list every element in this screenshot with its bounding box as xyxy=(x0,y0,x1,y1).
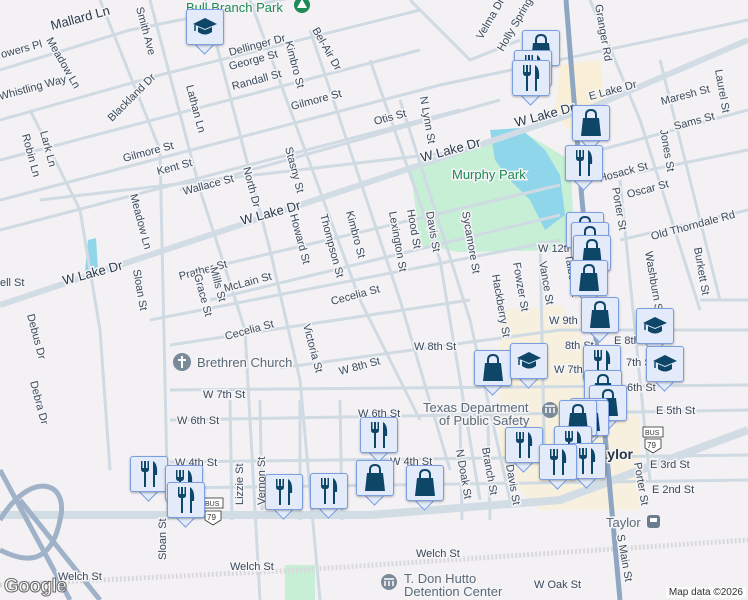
marker-box xyxy=(186,9,224,45)
restaurant-marker[interactable] xyxy=(539,444,577,490)
street-label: Lizzie St xyxy=(234,463,246,505)
marker-box xyxy=(310,473,348,509)
restaurant-icon xyxy=(318,477,340,505)
marker-box xyxy=(539,444,577,480)
marker-box xyxy=(636,308,674,344)
shopping-bag-icon xyxy=(413,469,437,497)
restaurant-marker[interactable] xyxy=(310,473,348,519)
restaurant-icon xyxy=(513,431,535,459)
poi-label: Brethren Church xyxy=(197,355,292,370)
marker-box xyxy=(581,297,619,333)
marker-box xyxy=(570,260,608,296)
marker-box xyxy=(505,427,543,463)
poi-label: Detention Center xyxy=(404,584,503,599)
marker-box xyxy=(130,456,168,492)
restaurant-marker[interactable] xyxy=(512,60,550,106)
school-marker[interactable] xyxy=(186,9,224,55)
marker-box xyxy=(360,417,398,453)
marker-box xyxy=(406,465,444,501)
shopping-bag-icon xyxy=(577,264,601,292)
shopping-bag-marker[interactable] xyxy=(356,460,394,506)
school-marker[interactable] xyxy=(510,343,548,389)
restaurant-icon xyxy=(175,486,197,514)
restaurant-marker[interactable] xyxy=(505,427,543,473)
restaurant-marker[interactable] xyxy=(265,474,303,520)
map-canvas[interactable]: Mallard Ln Smith Ave owers Pl Meadow Ln … xyxy=(0,0,748,600)
map-attribution[interactable]: Map data ©2026 xyxy=(665,587,746,598)
street-label: Welch St xyxy=(416,548,460,560)
google-logo[interactable]: Google xyxy=(3,576,67,598)
street-label: W 7th St xyxy=(203,389,245,401)
restaurant-icon xyxy=(273,478,295,506)
route-number: 79 xyxy=(207,513,216,522)
street-label: Welch St xyxy=(230,561,274,573)
marker-box xyxy=(646,346,684,382)
bus-label: BUS xyxy=(645,430,660,437)
station-label: Taylor xyxy=(606,515,641,530)
restaurant-marker[interactable] xyxy=(130,456,168,502)
shopping-bag-icon xyxy=(579,109,603,137)
park-label: Murphy Park xyxy=(452,167,526,182)
marker-box xyxy=(512,60,550,96)
street-label: E 3rd St xyxy=(650,459,690,471)
marker-box xyxy=(167,482,205,518)
school-icon xyxy=(642,315,668,337)
school-marker[interactable] xyxy=(646,346,684,392)
shopping-bag-marker[interactable] xyxy=(581,297,619,343)
route-number: 79 xyxy=(647,441,656,450)
marker-box xyxy=(565,145,603,181)
restaurant-icon xyxy=(573,149,595,177)
marker-box xyxy=(572,105,610,141)
shopping-bag-icon xyxy=(588,301,612,329)
poi-label: of Public Safety xyxy=(439,413,530,428)
church-icon xyxy=(173,353,191,371)
marker-box xyxy=(356,460,394,496)
restaurant-icon xyxy=(547,448,569,476)
school-icon xyxy=(192,16,218,38)
government-icon xyxy=(542,402,558,418)
street-label: E 5th St xyxy=(656,405,695,417)
street-label: W 6th St xyxy=(177,415,219,427)
shopping-bag-icon xyxy=(363,464,387,492)
train-station-icon xyxy=(647,515,660,528)
us-79-shield: BUS 79 xyxy=(202,497,224,526)
shopping-bag-marker[interactable] xyxy=(572,105,610,151)
restaurant-marker[interactable] xyxy=(565,145,603,191)
restaurant-icon xyxy=(520,64,542,92)
marker-box xyxy=(510,343,548,379)
school-icon xyxy=(652,353,678,375)
bus-label: BUS xyxy=(205,501,220,508)
restaurant-marker[interactable] xyxy=(167,482,205,528)
street-label: ell St xyxy=(0,277,24,289)
street-label: W Oak St xyxy=(534,579,581,591)
shopping-bag-icon xyxy=(481,354,505,382)
school-icon xyxy=(516,350,542,372)
government-icon xyxy=(381,574,397,590)
shopping-bag-marker[interactable] xyxy=(474,350,512,396)
shopping-bag-marker[interactable] xyxy=(406,465,444,511)
marker-box xyxy=(474,350,512,386)
street-label: E 2nd St xyxy=(652,484,694,496)
street-label: W 8th St xyxy=(414,341,456,353)
restaurant-icon xyxy=(576,447,598,475)
marker-box xyxy=(265,474,303,510)
restaurant-icon xyxy=(138,460,160,488)
restaurant-icon xyxy=(368,421,390,449)
restaurant-marker[interactable] xyxy=(360,417,398,463)
